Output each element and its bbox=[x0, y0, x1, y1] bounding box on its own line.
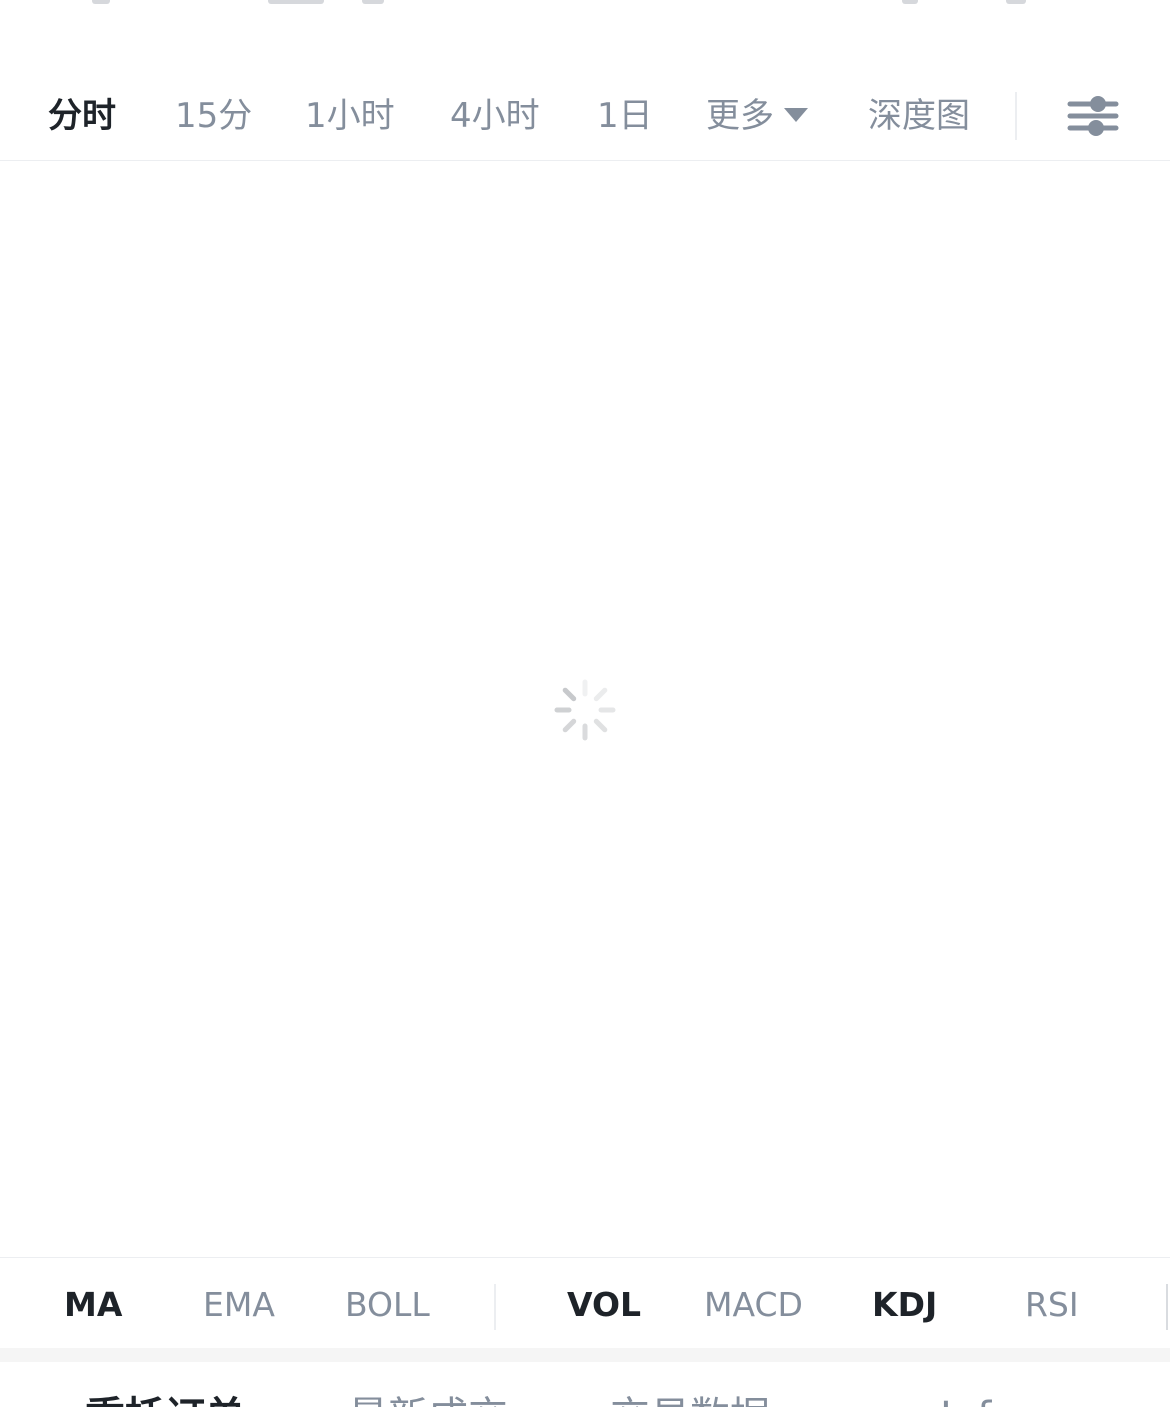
indicator-boll[interactable]: BOLL bbox=[345, 1282, 430, 1328]
indicator-rsi[interactable]: RSI bbox=[1025, 1282, 1079, 1328]
toolbar-divider bbox=[1015, 92, 1017, 140]
tab-trading-data[interactable]: 交易数据 bbox=[610, 1392, 770, 1407]
indicator-vol[interactable]: VOL bbox=[567, 1282, 641, 1328]
sliders-icon bbox=[1067, 96, 1119, 136]
tab-4-hours[interactable]: 4小时 bbox=[450, 92, 540, 140]
indicator-divider bbox=[494, 1284, 496, 1330]
kline-page: 分时 15分 1小时 4小时 1日 更多 深度图 MA EMA BOLL VOL… bbox=[0, 0, 1170, 1407]
interval-toolbar: 分时 15分 1小时 4小时 1日 更多 深度图 bbox=[0, 72, 1170, 161]
tab-1-hour[interactable]: 1小时 bbox=[305, 92, 395, 140]
tab-info[interactable]: Info bbox=[940, 1392, 1016, 1407]
indicator-ma[interactable]: MA bbox=[64, 1282, 122, 1328]
caret-down-icon bbox=[784, 107, 808, 122]
tab-open-orders[interactable]: 委托订单 bbox=[85, 1392, 245, 1407]
order-tabs: 委托订单 最新成交 交易数据 Info bbox=[0, 1362, 1170, 1407]
indicator-divider-right bbox=[1166, 1284, 1168, 1330]
spinner-icon bbox=[554, 679, 616, 741]
cutoff-fragment bbox=[92, 0, 110, 4]
indicator-ema[interactable]: EMA bbox=[203, 1282, 275, 1328]
cutoff-fragment bbox=[902, 0, 918, 4]
indicator-kdj[interactable]: KDJ bbox=[872, 1282, 937, 1328]
tab-latest-trades[interactable]: 最新成交 bbox=[348, 1392, 508, 1407]
tab-depth-chart[interactable]: 深度图 bbox=[868, 92, 970, 140]
tab-1-day[interactable]: 1日 bbox=[597, 92, 653, 140]
indicator-bar: MA EMA BOLL VOL MACD KDJ RSI bbox=[0, 1257, 1170, 1348]
section-gap bbox=[0, 1348, 1170, 1362]
indicator-macd[interactable]: MACD bbox=[704, 1282, 803, 1328]
tab-time-sharing[interactable]: 分时 bbox=[48, 92, 116, 140]
cutoff-fragment bbox=[362, 0, 384, 4]
tab-more-label: 更多 bbox=[706, 96, 774, 136]
top-cutoff-strip bbox=[0, 0, 1170, 20]
chart-settings-button[interactable] bbox=[1066, 90, 1120, 142]
cutoff-fragment bbox=[268, 0, 324, 4]
cutoff-fragment bbox=[1006, 0, 1026, 4]
tab-more-dropdown[interactable]: 更多 bbox=[706, 92, 808, 140]
tab-15-minutes[interactable]: 15分 bbox=[175, 92, 252, 140]
